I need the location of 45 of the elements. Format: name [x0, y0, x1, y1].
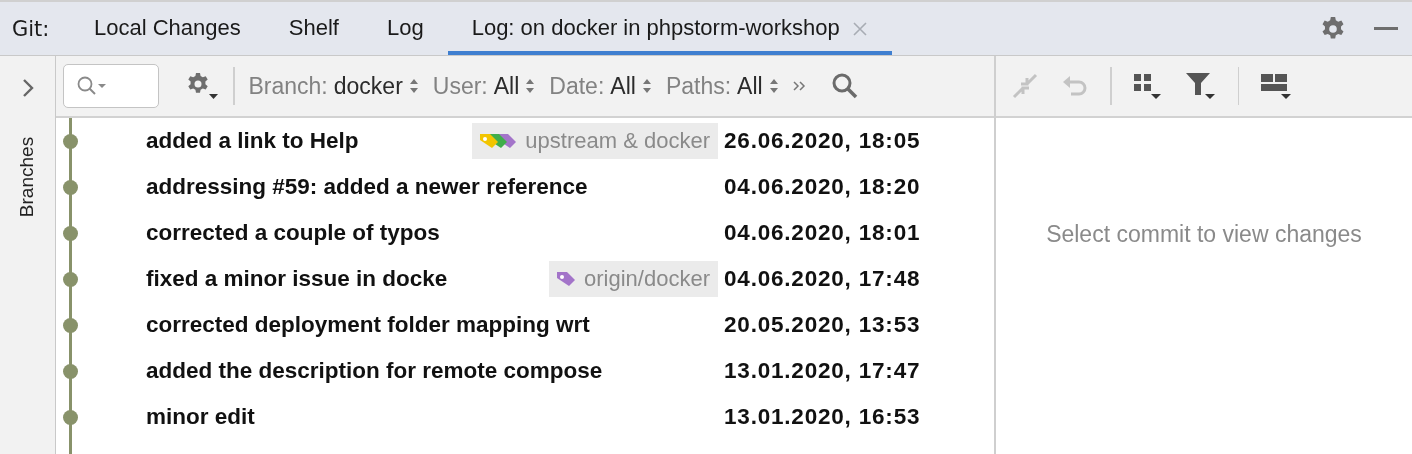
commit-subject: corrected a couple of typos [146, 220, 440, 246]
search-field[interactable] [63, 64, 159, 108]
commit-date: 20.05.2020, 13:53 [723, 312, 921, 338]
commit-subject: added a link to Help [146, 128, 359, 154]
sort-arrows-icon [408, 78, 419, 94]
commit-date: 04.06.2020, 17:48 [723, 266, 921, 292]
branch-tag: origin/docker [549, 261, 718, 297]
tab[interactable]: Log [362, 2, 448, 55]
gear-icon[interactable] [185, 71, 219, 101]
commit-subject: minor edit [146, 404, 255, 430]
filter-icon[interactable] [1183, 70, 1218, 102]
tab[interactable]: Local Changes [70, 2, 265, 55]
commit-node [63, 179, 78, 195]
commit-node [63, 133, 78, 149]
commit-subject: corrected deployment folder mapping wrt [146, 312, 590, 338]
commit-node [63, 271, 78, 287]
settings-icon[interactable] [1320, 15, 1346, 42]
sort-arrows-icon [641, 78, 652, 94]
branch-tag: upstream & docker [472, 123, 718, 159]
expand-icon[interactable] [20, 78, 35, 98]
commit-date: 26.06.2020, 18:05 [723, 128, 921, 154]
filter-dropdown[interactable]: Paths: All [665, 72, 779, 100]
commit-subject: addressing #59: added a newer reference [146, 174, 588, 200]
filter-dropdown[interactable]: Branch: docker [248, 72, 419, 100]
empty-state-message: Select commit to view changes [1046, 221, 1362, 249]
commit-node [63, 317, 78, 333]
search-icon[interactable] [830, 72, 859, 100]
commit-subject: added the description for remote compose [146, 358, 603, 384]
commit-node [63, 225, 78, 241]
commit-subject: fixed a minor issue in docke [146, 266, 448, 292]
sort-arrows-icon [525, 78, 536, 94]
commit-date: 13.01.2020, 17:47 [723, 358, 921, 384]
filter-dropdown[interactable]: Date: All [549, 72, 652, 100]
tool-window-title: Git: [11, 15, 51, 43]
filter-dropdown[interactable]: User: All [432, 72, 536, 100]
sort-arrows-icon [768, 78, 779, 94]
commit-date: 13.01.2020, 16:53 [723, 404, 921, 430]
commit-node [63, 409, 78, 425]
chevrons-icon[interactable] [792, 80, 807, 92]
tab[interactable]: Shelf [264, 2, 363, 55]
branches-tab[interactable]: Branches [16, 136, 39, 218]
commit-date: 04.06.2020, 18:01 [723, 220, 921, 246]
commit-node [63, 363, 78, 379]
commit-date: 04.06.2020, 18:20 [723, 174, 921, 200]
minimize-icon[interactable] [1374, 26, 1398, 31]
